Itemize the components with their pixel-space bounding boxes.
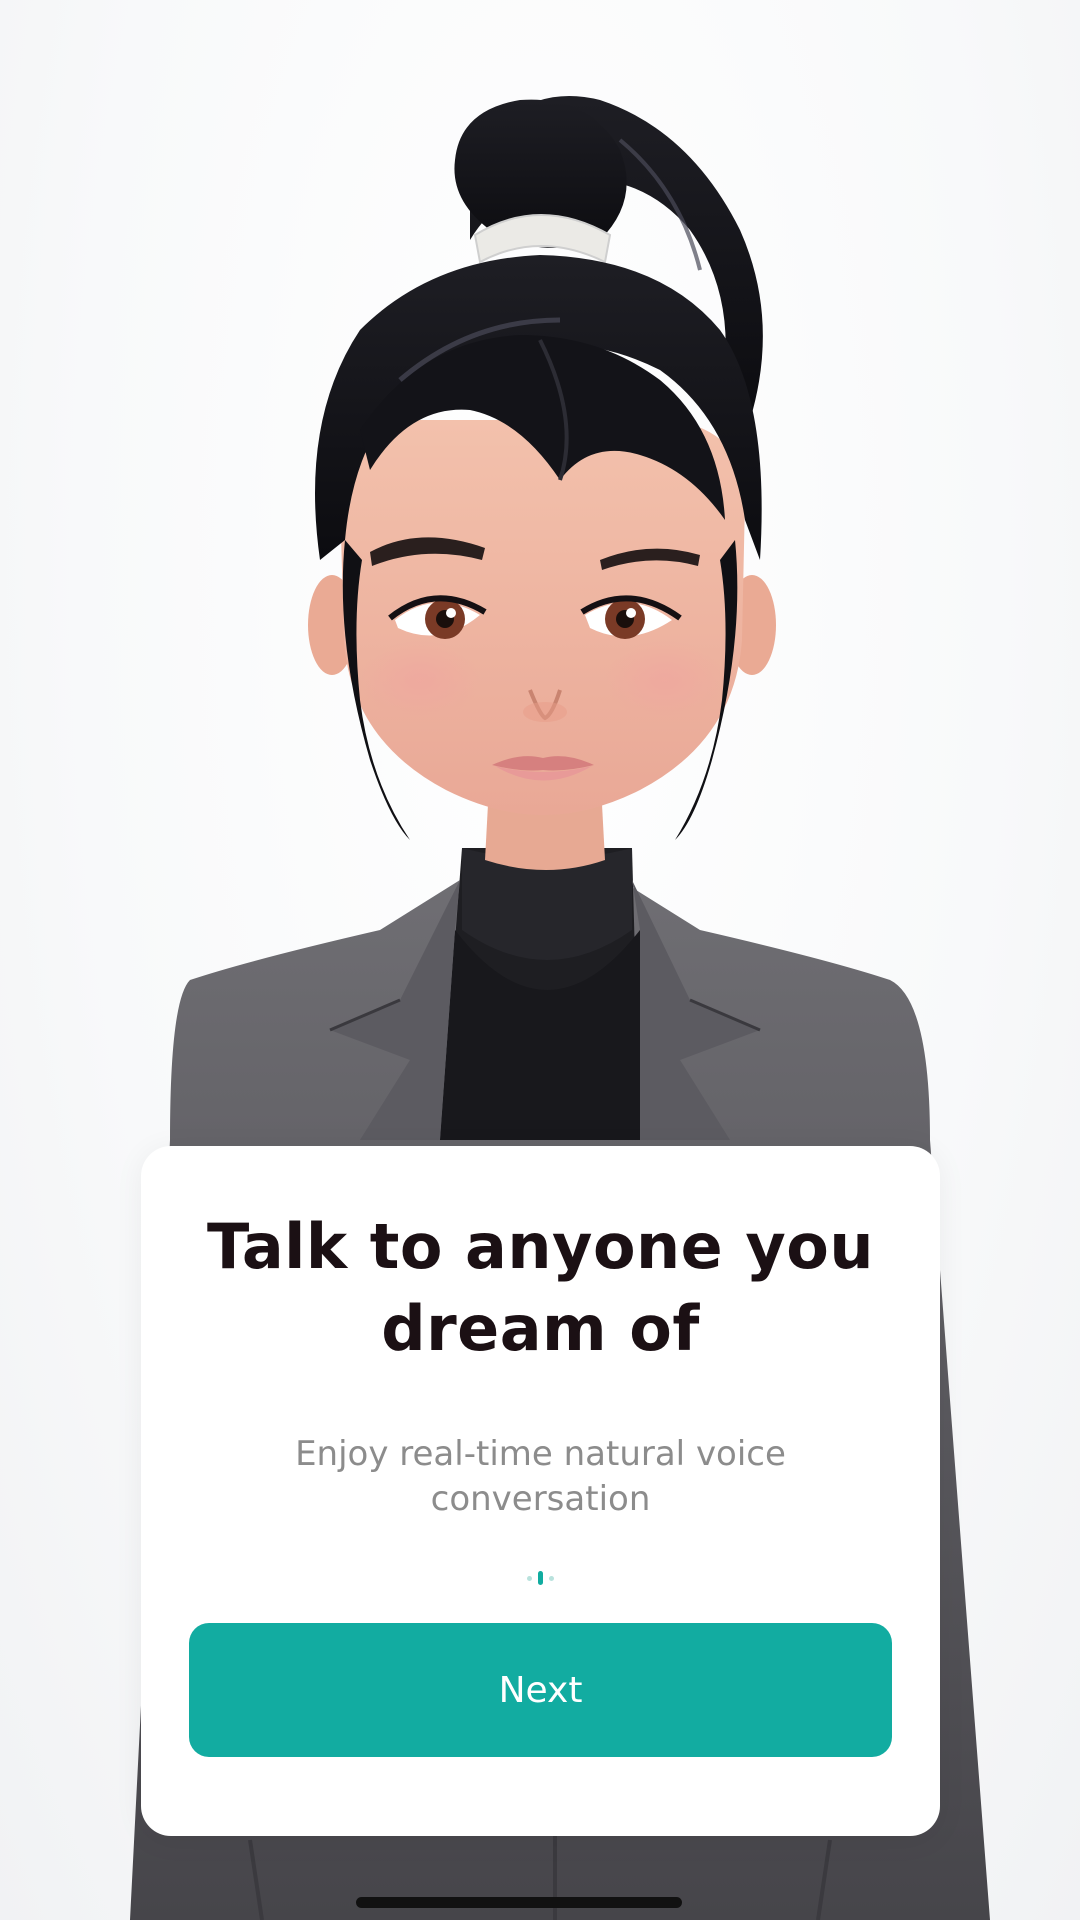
headline-line-2: dream of bbox=[381, 1292, 700, 1365]
subtitle-line-1: Enjoy real-time natural voice bbox=[295, 1434, 786, 1474]
subtitle-line-2: conversation bbox=[430, 1479, 651, 1519]
onboarding-subtitle: Enjoy real-time natural voice conversati… bbox=[241, 1432, 840, 1522]
home-indicator[interactable] bbox=[356, 1897, 682, 1908]
page-dot-2-active bbox=[538, 1571, 543, 1585]
page-indicator bbox=[141, 1568, 940, 1588]
page-dot-3 bbox=[549, 1575, 554, 1581]
page-dot-1 bbox=[527, 1575, 532, 1581]
onboarding-card: Talk to anyone you dream of Enjoy real-t… bbox=[141, 1146, 940, 1836]
onboarding-headline: Talk to anyone you dream of bbox=[141, 1206, 940, 1370]
next-button[interactable]: Next bbox=[189, 1623, 892, 1757]
headline-line-1: Talk to anyone you bbox=[207, 1210, 874, 1283]
